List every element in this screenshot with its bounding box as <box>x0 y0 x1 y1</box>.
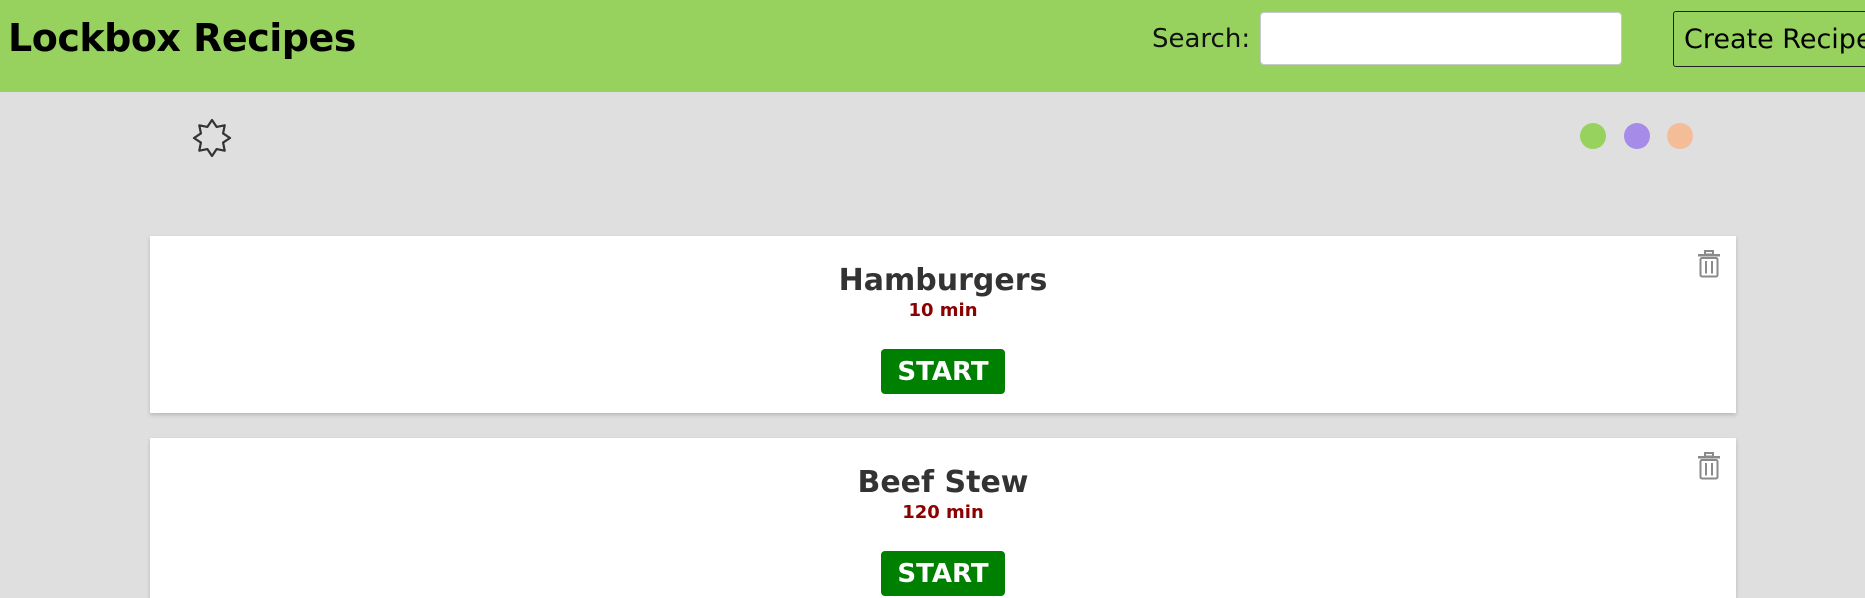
theme-color-green[interactable] <box>1580 123 1606 149</box>
recipe-card: Beef Stew 120 min START <box>150 438 1736 598</box>
app-title: Lockbox Recipes <box>8 16 356 60</box>
search-input[interactable] <box>1260 12 1622 65</box>
recipe-name: Hamburgers <box>838 263 1048 298</box>
theme-color-peach[interactable] <box>1667 123 1693 149</box>
recipe-name: Beef Stew <box>857 465 1029 500</box>
app-header: Lockbox Recipes Search: Create Recipe <box>0 0 1865 92</box>
trash-icon[interactable] <box>1696 250 1722 278</box>
start-button[interactable]: START <box>881 551 1005 596</box>
theme-toggle-icon[interactable] <box>192 118 232 158</box>
create-recipe-button[interactable]: Create Recipe <box>1673 11 1865 67</box>
recipe-card: Hamburgers 10 min START <box>150 236 1736 413</box>
recipe-time: 120 min <box>902 502 984 523</box>
search-label: Search: <box>1152 24 1251 54</box>
theme-color-purple[interactable] <box>1624 123 1650 149</box>
start-button[interactable]: START <box>881 349 1005 394</box>
trash-icon[interactable] <box>1696 452 1722 480</box>
day-night-toggle-icon <box>192 118 232 158</box>
recipe-time: 10 min <box>908 300 978 321</box>
